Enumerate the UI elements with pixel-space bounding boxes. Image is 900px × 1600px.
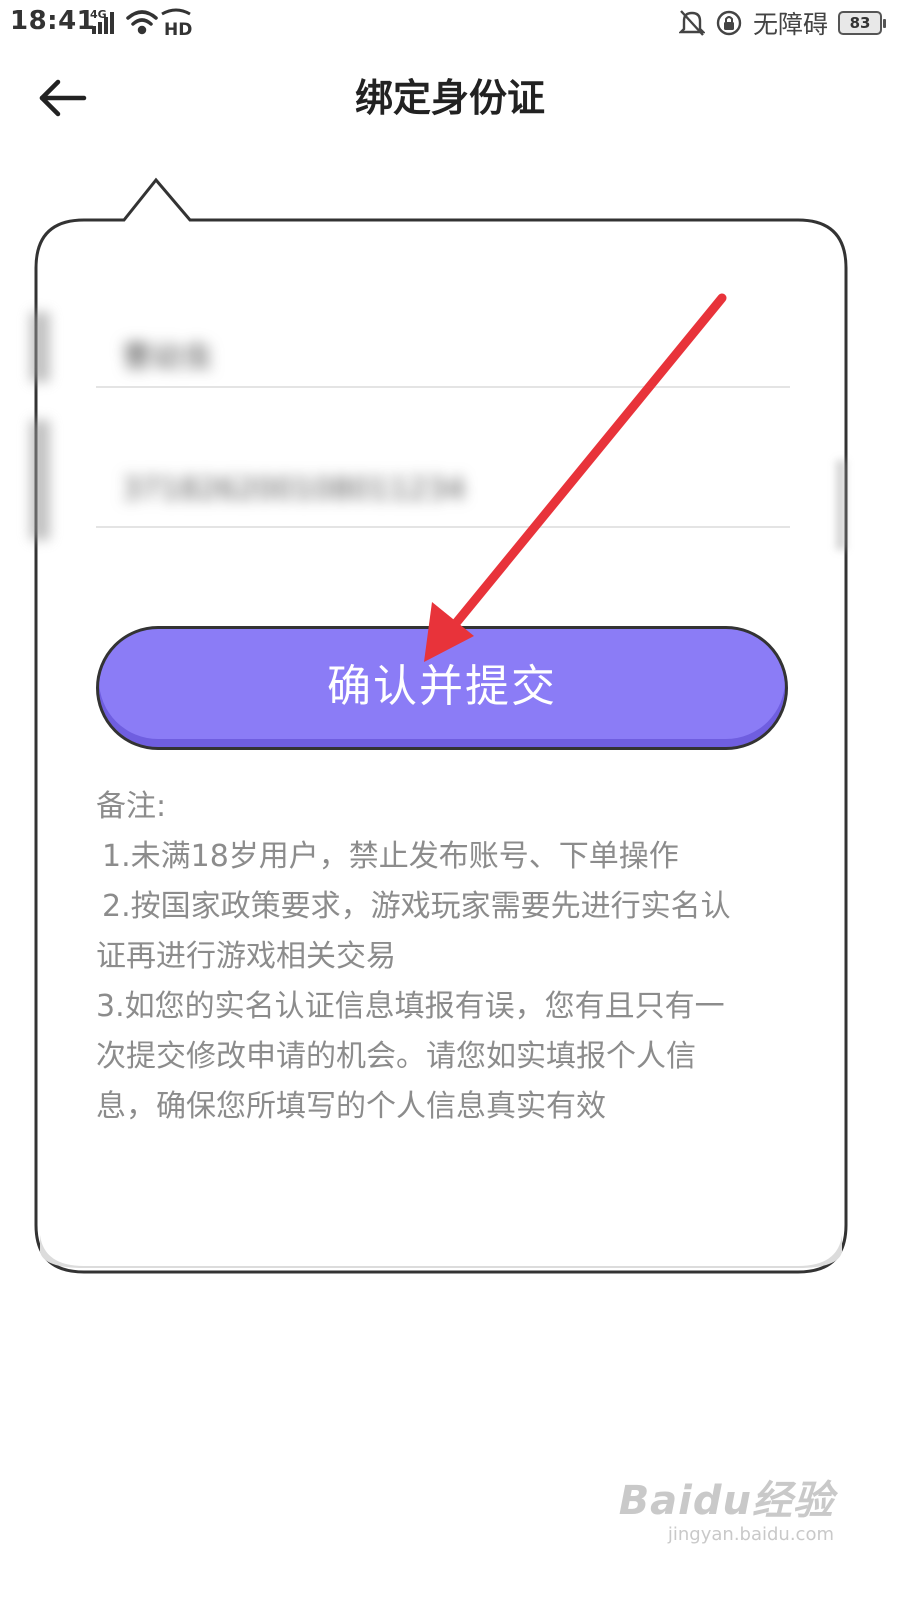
note-line: 2.按国家政策要求，游戏玩家需要先进行实名认 [102, 889, 731, 924]
note-line: 证再进行游戏相关交易 [96, 939, 396, 974]
note-line: 次提交修改申请的机会。请您如实填报个人信 [96, 1039, 696, 1074]
note-line: 1.未满18岁用户，禁止发布账号、下单操作 [102, 839, 679, 874]
page-title: 绑定身份证 [354, 76, 545, 120]
field-divider [96, 386, 790, 388]
notes-section: 备注: 1.未满18岁用户，禁止发布账号、下单操作 2.按国家政策要求，游戏玩家… [96, 782, 786, 1132]
watermark-brand: Baidu经验 [618, 1478, 834, 1524]
network-status-icons: 4G HD [90, 8, 192, 38]
notes-title: 备注: [96, 789, 167, 824]
blurred-label [30, 312, 50, 382]
accessibility-label: 无障碍 [752, 10, 828, 39]
status-time: 18:41 [10, 6, 96, 36]
battery-icon: 83 [838, 11, 886, 35]
confirm-submit-button[interactable]: 确认并提交 [96, 626, 788, 750]
watermark-url: jingyan.baidu.com [667, 1524, 834, 1545]
field-divider [96, 526, 790, 528]
blurred-edge [836, 460, 846, 550]
status-bar: 18:41 4G HD 无障碍 83 [0, 0, 900, 48]
mute-bell-icon [678, 10, 705, 36]
note-line: 3.如您的实名认证信息填报有误，您有且只有一 [96, 989, 725, 1024]
svg-text:HD: HD [164, 20, 192, 38]
id-number-field[interactable]: 371826200108011234 [96, 438, 790, 528]
id-number-value: 371826200108011234 [122, 472, 466, 507]
name-field[interactable]: 曹幼虫 [96, 298, 790, 388]
hd-icon: HD [161, 8, 192, 38]
bind-id-card-page: 18:41 4G HD 无障碍 83 绑定身份证 曹幼虫 37182620010… [0, 0, 900, 1600]
battery-level: 83 [849, 14, 871, 32]
name-value: 曹幼虫 [122, 340, 212, 375]
wifi-icon [126, 10, 158, 35]
rotation-lock-icon [716, 10, 742, 36]
baidu-watermark: Baidu经验 jingyan.baidu.com [619, 1468, 834, 1545]
blurred-label [30, 420, 50, 540]
status-right: 无障碍 83 [678, 6, 886, 40]
note-line: 息，确保您所填写的个人信息真实有效 [96, 1089, 606, 1124]
